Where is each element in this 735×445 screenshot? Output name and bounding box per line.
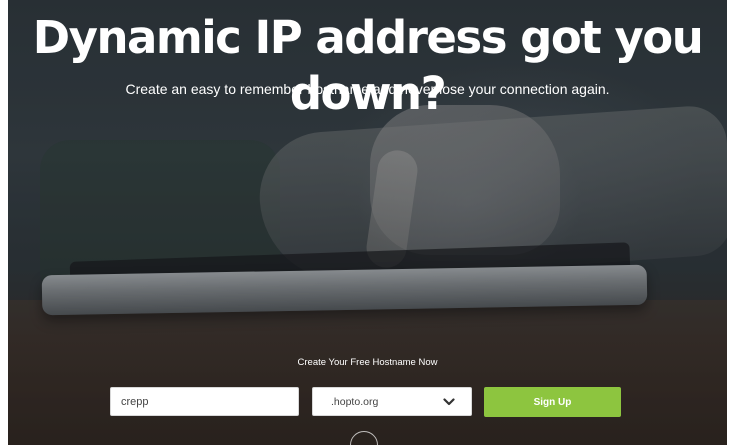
page-border-right: [727, 0, 735, 445]
hero-title: Dynamic IP address got you down?: [32, 11, 704, 120]
page-border-left: [0, 0, 8, 445]
signup-button[interactable]: Sign Up: [484, 387, 621, 417]
hero-section: Dynamic IP address got you down? Create …: [0, 0, 735, 445]
form-label: Create Your Free Hostname Now: [297, 357, 438, 368]
hero-content: Dynamic IP address got you down? Create …: [0, 0, 735, 445]
chevron-down-icon: [443, 398, 455, 406]
hero-subtitle: Create an easy to remember hostname and …: [125, 81, 610, 97]
domain-select-value: .hopto.org: [331, 396, 379, 408]
domain-select[interactable]: .hopto.org: [312, 387, 472, 416]
scroll-down-icon[interactable]: [350, 431, 378, 445]
hostname-input[interactable]: [110, 387, 299, 416]
